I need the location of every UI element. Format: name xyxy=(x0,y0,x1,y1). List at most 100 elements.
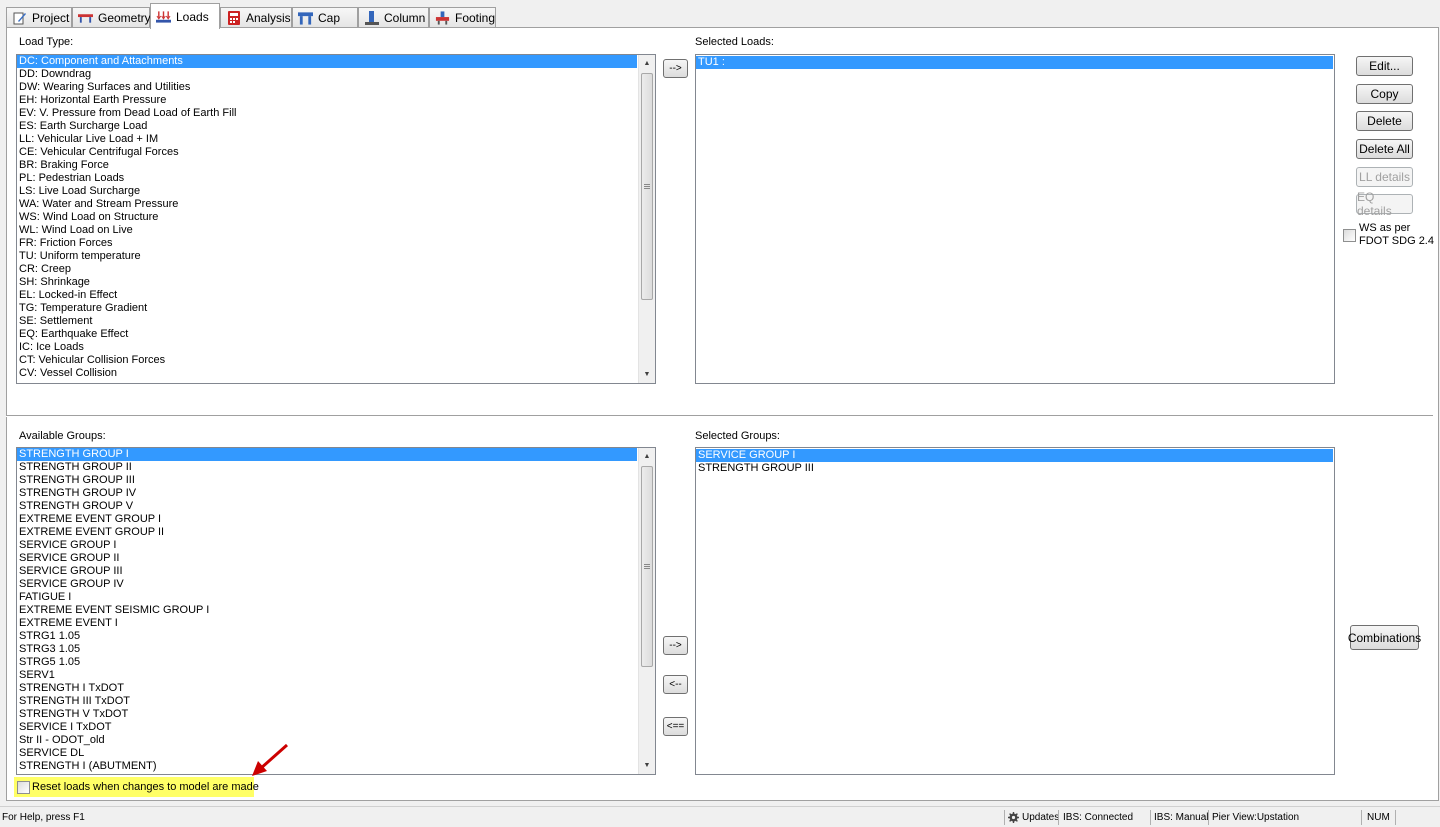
load-type-item[interactable]: FR: Friction Forces xyxy=(17,237,637,250)
load-type-item[interactable]: SE: Settlement xyxy=(17,315,637,328)
load-type-item[interactable]: CR: Creep xyxy=(17,263,637,276)
load-type-item[interactable]: IC: Ice Loads xyxy=(17,341,637,354)
load-type-item[interactable]: ES: Earth Surcharge Load xyxy=(17,120,637,133)
scroll-thumb[interactable] xyxy=(641,466,653,667)
status-ibs-manual: IBS: Manual xyxy=(1154,812,1209,823)
tab-cap[interactable]: Cap xyxy=(292,7,358,28)
selected-group-item[interactable]: SERVICE GROUP I xyxy=(696,449,1333,462)
available-group-item[interactable]: SERVICE GROUP III xyxy=(17,565,637,578)
remove-all-groups-button[interactable]: <== xyxy=(663,717,688,736)
available-groups-scrollbar[interactable]: ▲ ▼ xyxy=(638,448,655,774)
status-help: For Help, press F1 xyxy=(2,812,85,823)
footing-icon xyxy=(435,11,450,25)
add-group-button[interactable]: --> xyxy=(663,636,688,655)
scroll-down-icon[interactable]: ▼ xyxy=(639,757,655,774)
load-type-item[interactable]: WA: Water and Stream Pressure xyxy=(17,198,637,211)
load-type-item[interactable]: TG: Temperature Gradient xyxy=(17,302,637,315)
available-group-item[interactable]: SERVICE I TxDOT xyxy=(17,721,637,734)
load-type-item[interactable]: WS: Wind Load on Structure xyxy=(17,211,637,224)
available-group-item[interactable]: STRENGTH GROUP III xyxy=(17,474,637,487)
tab-geometry[interactable]: Geometry xyxy=(72,7,151,28)
available-group-item[interactable]: EXTREME EVENT SEISMIC GROUP I xyxy=(17,604,637,617)
available-group-item[interactable]: STRENGTH III TxDOT xyxy=(17,695,637,708)
reset-loads-checkbox[interactable] xyxy=(17,781,30,794)
delete-all-button[interactable]: Delete All xyxy=(1356,139,1413,159)
load-type-item[interactable]: LS: Live Load Surcharge xyxy=(17,185,637,198)
load-type-item[interactable]: CE: Vehicular Centrifugal Forces xyxy=(17,146,637,159)
add-load-button[interactable]: --> xyxy=(663,59,688,78)
available-group-item[interactable]: STRENGTH GROUP I xyxy=(17,448,637,461)
available-groups-list[interactable]: STRENGTH GROUP I STRENGTH GROUP II STRENGT… xyxy=(16,447,656,775)
available-group-item[interactable]: STRENGTH I TxDOT xyxy=(17,682,637,695)
tab-project[interactable]: Project xyxy=(6,7,72,28)
eq-details-button[interactable]: EQ details xyxy=(1356,190,1413,218)
analysis-icon xyxy=(226,11,241,25)
load-type-item[interactable]: SH: Shrinkage xyxy=(17,276,637,289)
status-bar: For Help, press F1 Updates IBS: Connecte… xyxy=(0,806,1440,827)
scroll-up-icon[interactable]: ▲ xyxy=(639,55,655,72)
load-type-item[interactable]: BR: Braking Force xyxy=(17,159,637,172)
available-group-item[interactable]: SERVICE GROUP I xyxy=(17,539,637,552)
tab-loads[interactable]: Loads xyxy=(150,3,220,29)
available-group-item[interactable]: SERVICE GROUP IV xyxy=(17,578,637,591)
tab-analysis[interactable]: Analysis xyxy=(220,7,292,28)
available-group-item[interactable]: STRG5 1.05 xyxy=(17,656,637,669)
available-group-item[interactable]: STRENGTH V TxDOT xyxy=(17,708,637,721)
available-group-item[interactable]: STRENGTH I (ABUTMENT) xyxy=(17,760,637,773)
available-group-item[interactable]: EXTREME EVENT GROUP II xyxy=(17,526,637,539)
load-type-item[interactable]: TU: Uniform temperature xyxy=(17,250,637,263)
ws-fdot-label-line2: FDOT SDG 2.4 xyxy=(1359,235,1434,247)
copy-button[interactable]: Copy xyxy=(1356,84,1413,104)
load-type-item[interactable]: DC: Component and Attachments xyxy=(17,55,637,68)
load-type-item[interactable]: EV: V. Pressure from Dead Load of Earth … xyxy=(17,107,637,120)
available-group-item[interactable]: EXTREME EVENT I xyxy=(17,617,637,630)
selected-load-item[interactable]: TU1 : xyxy=(696,56,1333,69)
tab-bar: Project Geometry Loads Analysis Cap Colu… xyxy=(0,0,1440,29)
tab-label: Column xyxy=(384,11,426,25)
ws-fdot-label: WS as per FDOT SDG 2.4 xyxy=(1359,222,1434,248)
load-type-list[interactable]: DC: Component and Attachments DD: Downdra… xyxy=(16,54,656,384)
available-group-item[interactable]: STRENGTH GROUP II xyxy=(17,461,637,474)
delete-button[interactable]: Delete xyxy=(1356,111,1413,131)
combinations-button[interactable]: Combinations xyxy=(1348,625,1421,650)
ll-details-button[interactable]: LL details xyxy=(1356,167,1413,187)
available-group-item[interactable]: STRG1 1.05 xyxy=(17,630,637,643)
tab-label: Geometry xyxy=(98,11,151,25)
scroll-thumb[interactable] xyxy=(641,73,653,300)
ws-fdot-checkbox[interactable] xyxy=(1343,229,1356,242)
load-type-item[interactable]: EL: Locked-in Effect xyxy=(17,289,637,302)
load-type-item[interactable]: WL: Wind Load on Live xyxy=(17,224,637,237)
tab-footing[interactable]: Footing xyxy=(429,7,496,28)
available-group-item[interactable]: STRG3 1.05 xyxy=(17,643,637,656)
reset-loads-label: Reset loads when changes to model are ma… xyxy=(32,781,259,793)
load-type-item[interactable]: LL: Vehicular Live Load + IM xyxy=(17,133,637,146)
load-type-item[interactable]: CT: Vehicular Collision Forces xyxy=(17,354,637,367)
load-type-item[interactable]: CV: Vessel Collision xyxy=(17,367,637,380)
available-group-item[interactable]: SERV1 xyxy=(17,669,637,682)
available-group-item[interactable]: SERVICE DL xyxy=(17,747,637,760)
tab-label: Project xyxy=(32,11,70,25)
selected-group-item[interactable]: STRENGTH GROUP III xyxy=(696,462,1333,475)
tab-column[interactable]: Column xyxy=(358,7,429,28)
load-type-scrollbar[interactable]: ▲ ▼ xyxy=(638,55,655,383)
selected-loads-list[interactable]: TU1 : xyxy=(695,54,1335,384)
load-type-item[interactable]: DW: Wearing Surfaces and Utilities xyxy=(17,81,637,94)
status-updates[interactable]: Updates xyxy=(1008,810,1059,825)
tab-label: Loads xyxy=(176,9,209,24)
edit-button[interactable]: Edit... xyxy=(1356,56,1413,76)
available-group-item[interactable]: FATIGUE I xyxy=(17,591,637,604)
selected-groups-list[interactable]: SERVICE GROUP I STRENGTH GROUP III xyxy=(695,447,1335,775)
remove-group-button[interactable]: <-- xyxy=(663,675,688,694)
available-group-item[interactable]: SERVICE GROUP II xyxy=(17,552,637,565)
load-type-item[interactable]: DD: Downdrag xyxy=(17,68,637,81)
loads-icon xyxy=(156,10,171,24)
available-group-item[interactable]: Str II - ODOT_old xyxy=(17,734,637,747)
load-type-item[interactable]: EQ: Earthquake Effect xyxy=(17,328,637,341)
available-group-item[interactable]: STRENGTH GROUP V xyxy=(17,500,637,513)
available-group-item[interactable]: EXTREME EVENT GROUP I xyxy=(17,513,637,526)
scroll-down-icon[interactable]: ▼ xyxy=(639,366,655,383)
load-type-item[interactable]: EH: Horizontal Earth Pressure xyxy=(17,94,637,107)
available-group-item[interactable]: STRENGTH GROUP IV xyxy=(17,487,637,500)
scroll-up-icon[interactable]: ▲ xyxy=(639,448,655,465)
load-type-item[interactable]: PL: Pedestrian Loads xyxy=(17,172,637,185)
